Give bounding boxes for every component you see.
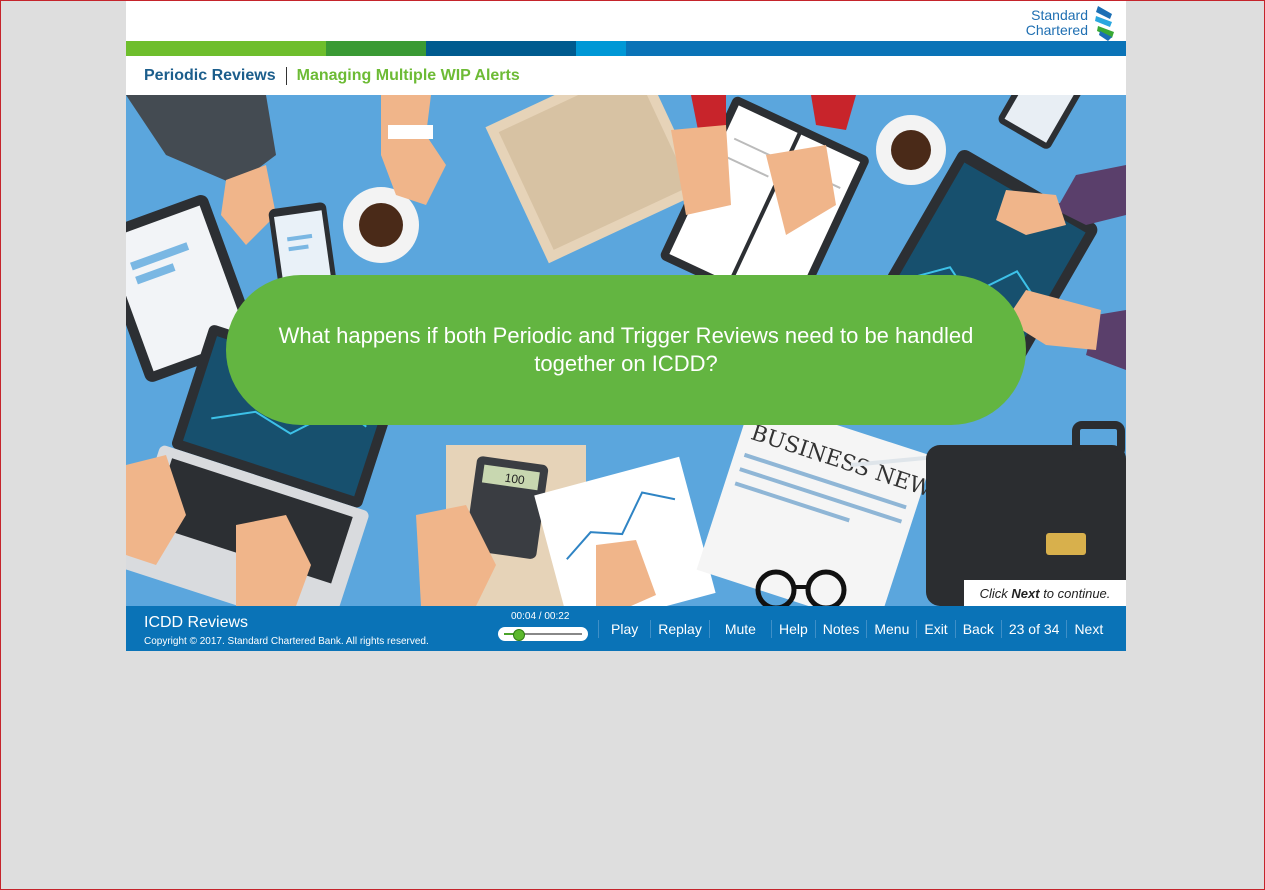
question-text: What happens if both Periodic and Trigge…	[278, 323, 974, 376]
player-nav: Play Replay Mute Help Notes Menu Exit Ba…	[598, 606, 1110, 651]
mute-button[interactable]: Mute	[708, 619, 771, 638]
continue-next-word: Next	[1011, 585, 1040, 601]
module-title: Periodic Reviews	[144, 66, 276, 84]
next-button[interactable]: Next	[1066, 619, 1110, 638]
logo-mark-icon	[1095, 6, 1114, 41]
continue-suffix: to continue.	[1043, 585, 1111, 601]
course-title: ICDD Reviews	[144, 614, 249, 631]
logo-line-2: Chartered	[1025, 22, 1088, 38]
stripe-segment	[426, 41, 576, 56]
notes-button[interactable]: Notes	[814, 619, 867, 638]
player-footer: ICDD Reviews Copyright © 2017. Standard …	[126, 606, 1126, 651]
replay-button[interactable]: Replay	[650, 619, 709, 638]
stripe-segment	[326, 41, 426, 56]
slide-stage: 100 BUSINESS NEWS What happens if both P…	[126, 95, 1126, 606]
help-button[interactable]: Help	[770, 619, 815, 638]
continue-prefix: Click	[979, 585, 1008, 601]
stripe-segment	[126, 41, 326, 56]
back-button[interactable]: Back	[954, 619, 1001, 638]
page-counter: 23 of 34	[1000, 619, 1067, 638]
progress-scrubber-handle[interactable]	[513, 629, 526, 641]
menu-button[interactable]: Menu	[866, 619, 916, 638]
logo-line-1: Standard	[1031, 7, 1088, 23]
breadcrumb: Periodic Reviews Managing Multiple WIP A…	[126, 56, 1126, 95]
stripe-segment	[576, 41, 626, 56]
logo-text: Standard Chartered	[1026, 8, 1088, 38]
playback-time: 00:04 / 00:22	[511, 611, 570, 622]
course-player: Standard Chartered Periodic Reviews Mana…	[126, 1, 1126, 651]
copyright-text: Copyright © 2017. Standard Chartered Ban…	[144, 636, 429, 647]
standard-chartered-logo: Standard Chartered	[1026, 4, 1118, 42]
calculator-display: 100	[504, 471, 526, 488]
continue-hint: Click Next to continue.	[964, 580, 1126, 606]
stripe-segment	[626, 41, 1126, 56]
color-stripe	[126, 41, 1126, 56]
question-bubble: What happens if both Periodic and Trigge…	[226, 275, 1026, 425]
topic-title: Managing Multiple WIP Alerts	[296, 66, 520, 84]
playback-progress-bar[interactable]	[498, 627, 588, 641]
play-button[interactable]: Play	[598, 619, 650, 638]
breadcrumb-divider	[285, 66, 287, 85]
exit-button[interactable]: Exit	[916, 619, 954, 638]
logo-bar: Standard Chartered	[126, 1, 1126, 41]
